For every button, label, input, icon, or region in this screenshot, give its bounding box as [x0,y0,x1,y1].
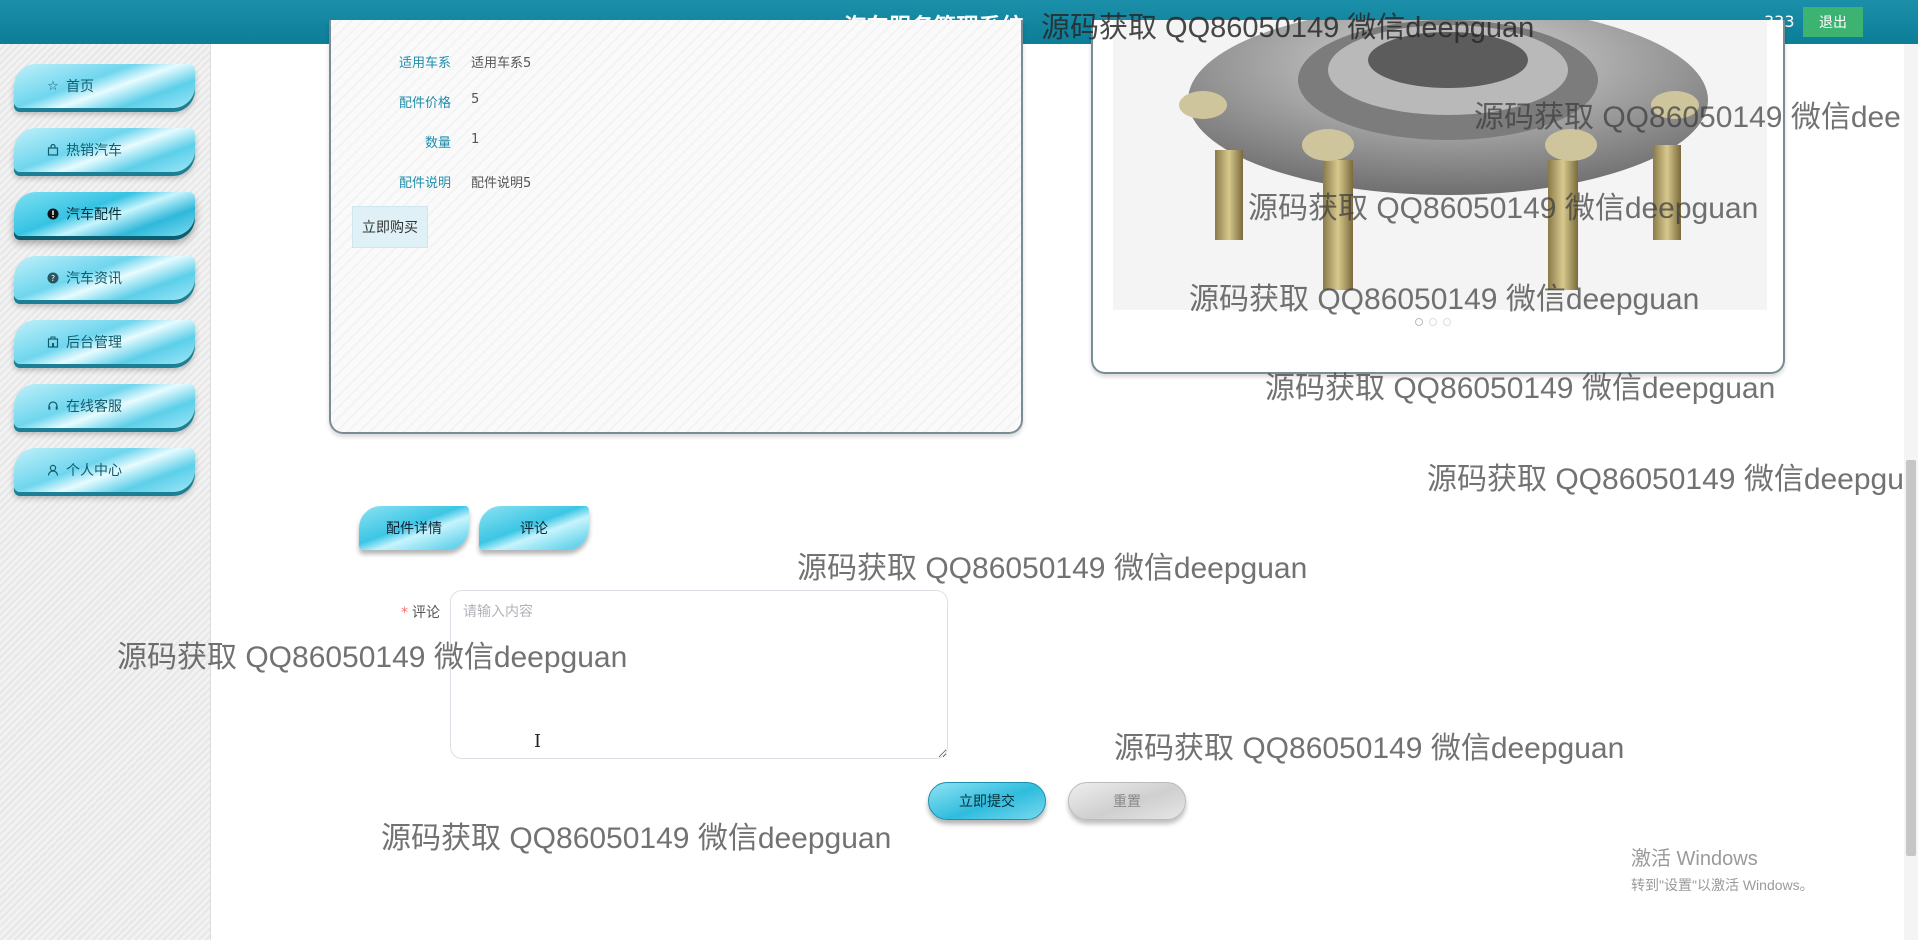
required-mark: * [401,605,408,621]
question-icon: ? [44,272,62,284]
reset-button[interactable]: 重置 [1068,782,1186,820]
carousel-dot[interactable] [1429,318,1437,326]
comment-textarea[interactable] [450,590,948,759]
sidebar-item-profile[interactable]: 个人中心 [14,448,195,492]
sidebar-item-home[interactable]: ☆ 首页 [14,64,195,108]
sidebar-item-label: 汽车配件 [66,207,122,223]
field-label: 数量 [424,136,451,151]
activation-title: 激活 Windows [1631,848,1758,870]
sidebar-item-label: 个人中心 [66,463,122,479]
tab-comments[interactable]: 评论 [479,506,589,550]
sidebar: ☆ 首页 热销汽车 汽车配件 ? 汽车资讯 后台管理 在线客服 个人中心 [0,44,211,940]
svg-text:?: ? [51,274,55,283]
watermark-text: 源码获取 QQ86050149 微信deepgu [1427,463,1904,496]
comment-field-label: * 评论 [380,602,440,622]
sidebar-item-label: 汽车资讯 [66,271,122,287]
activation-subtitle: 转到"设置"以激活 Windows。 [1631,877,1814,893]
info-icon [44,208,62,220]
sidebar-item-label: 后台管理 [66,335,122,351]
carousel-dot[interactable] [1415,318,1423,326]
sidebar-item-admin[interactable]: 后台管理 [14,320,195,364]
watermark-text: 源码获取 QQ86050149 微信deepguan [1114,732,1625,765]
sidebar-item-label: 在线客服 [66,399,122,415]
sidebar-item-online-service[interactable]: 在线客服 [14,384,195,428]
star-icon: ☆ [47,78,59,94]
part-detail-card: 适用车系 适用车系5 配件价格 5 数量 1 配件说明 配件说明5 立即购买 [329,20,1023,434]
field-value: 1 [471,132,480,147]
sidebar-item-hot-cars[interactable]: 热销汽车 [14,128,195,172]
field-value: 适用车系5 [471,56,532,71]
field-label: 配件价格 [398,96,451,111]
sidebar-item-label: 热销汽车 [66,143,122,159]
sidebar-item-label: 首页 [66,79,94,95]
field-value: 配件说明5 [471,176,532,191]
field-value: 5 [471,92,480,107]
buy-now-button[interactable]: 立即购买 [352,206,428,248]
comment-label-text: 评论 [412,605,440,621]
field-label: 配件说明 [398,176,451,191]
sidebar-item-car-news[interactable]: ? 汽车资讯 [14,256,195,300]
carousel-indicators [1415,318,1451,326]
field-label: 适用车系 [398,56,451,71]
carousel-dot[interactable] [1443,318,1451,326]
submit-button[interactable]: 立即提交 [928,782,1046,820]
headset-icon [44,400,62,412]
windows-activation-notice: 激活 Windows 转到"设置"以激活 Windows。 [1631,842,1814,895]
sidebar-item-car-parts[interactable]: 汽车配件 [14,192,195,236]
building-icon [44,336,62,348]
user-icon [44,464,62,476]
watermark-text: 源码获取 QQ86050149 微信deepguan [381,822,892,855]
tab-part-details[interactable]: 配件详情 [359,506,469,550]
page-scrollbar-thumb[interactable] [1906,460,1916,856]
watermark-text: 源码获取 QQ86050149 微信deepguan [797,552,1308,585]
text-cursor-icon: I [534,731,542,752]
product-image-carousel[interactable] [1091,20,1785,374]
logout-button[interactable]: 退出 [1803,7,1863,37]
bag-icon [44,144,62,156]
